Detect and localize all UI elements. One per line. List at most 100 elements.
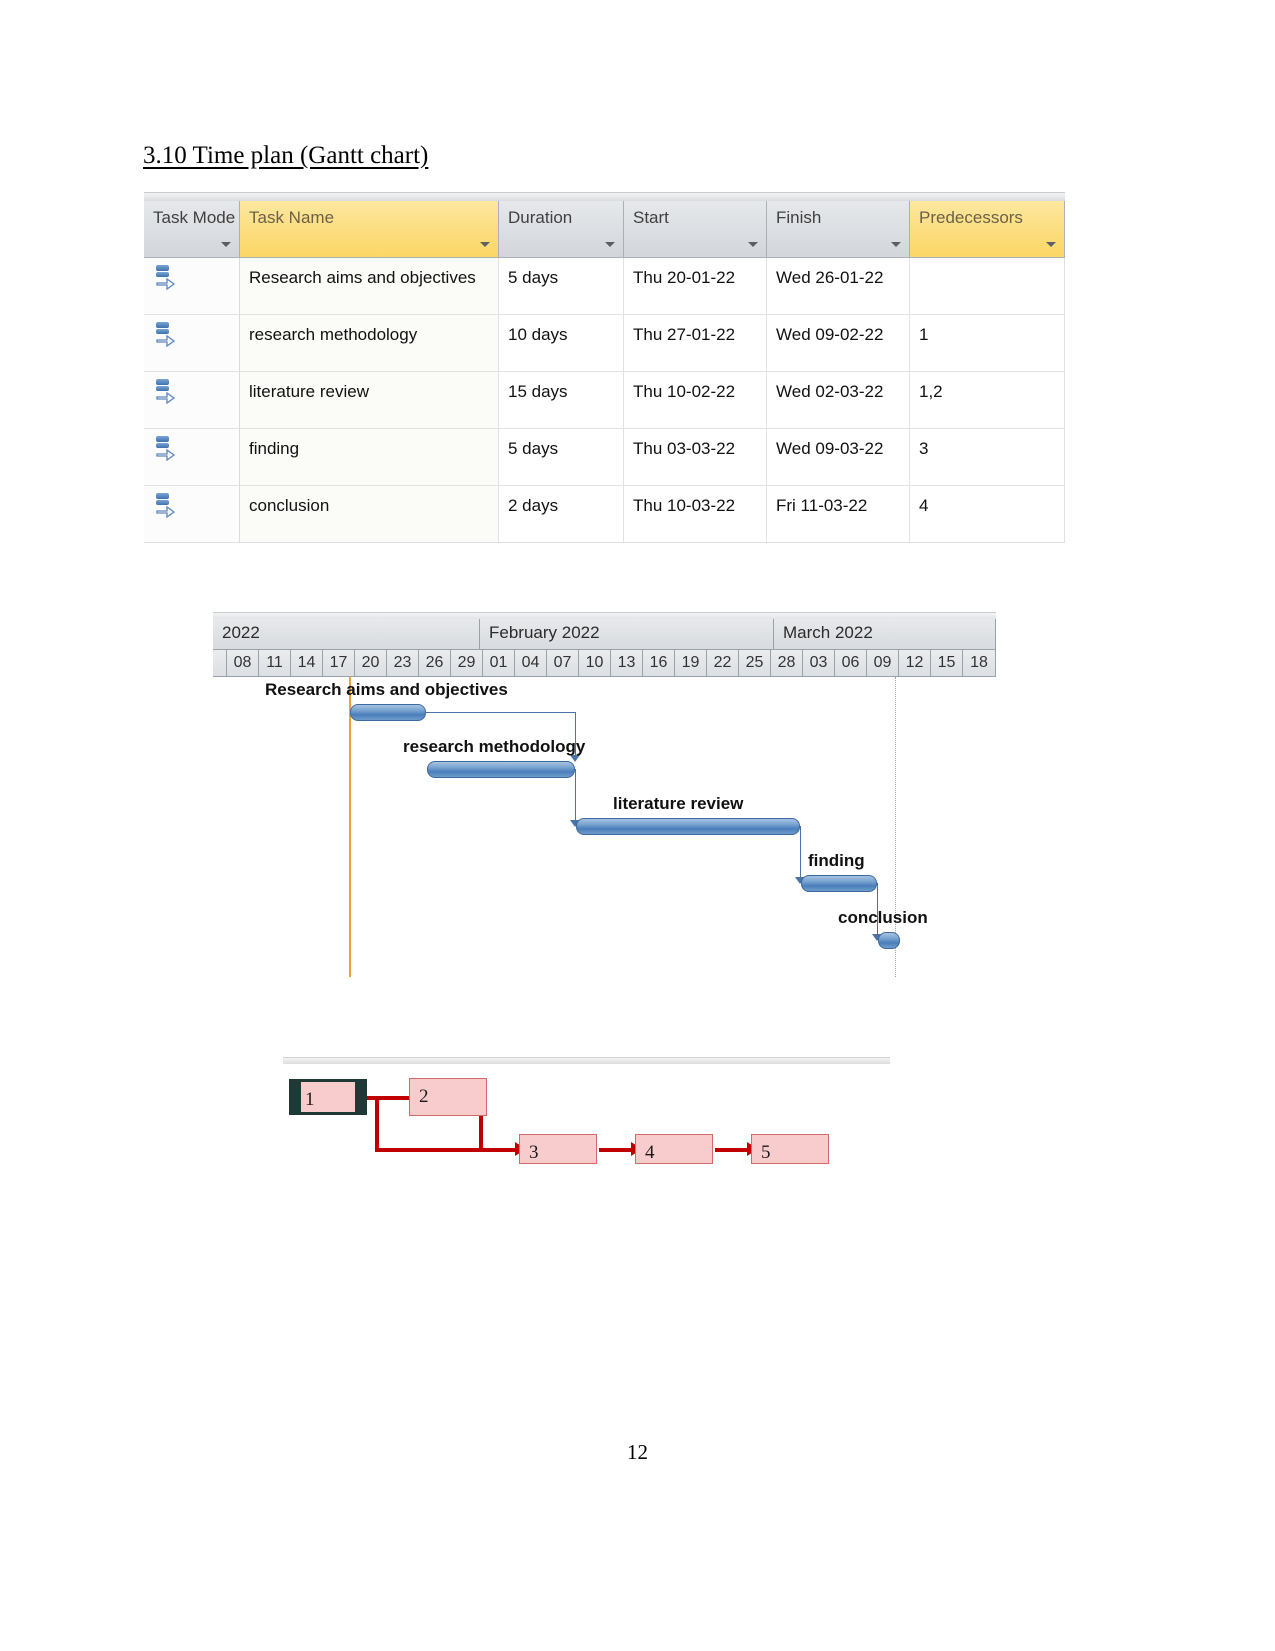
cell-finish[interactable]: Fri 11-03-22	[767, 486, 910, 543]
gantt-bar-research-aims[interactable]	[350, 704, 426, 721]
gantt-day-tick: 06	[835, 650, 867, 676]
table-row[interactable]: literature review 15 days Thu 10-02-22 W…	[144, 372, 1065, 429]
gantt-month-march: March 2022	[774, 619, 996, 649]
table-row[interactable]: conclusion 2 days Thu 10-03-22 Fri 11-03…	[144, 486, 1065, 543]
cell-task-mode[interactable]	[144, 258, 240, 315]
chevron-down-icon[interactable]	[221, 242, 231, 247]
gantt-month-january: 2022	[213, 619, 480, 649]
table-row[interactable]: finding 5 days Thu 03-03-22 Wed 09-03-22…	[144, 429, 1065, 486]
cell-predecessors[interactable]	[910, 258, 1065, 315]
document-page: 3.10 Time plan (Gantt chart) Task Mode T…	[0, 0, 1275, 1651]
cell-task-name[interactable]: finding	[240, 429, 499, 486]
task-table: Task Mode Task Name Duration Start Finis…	[144, 192, 1065, 549]
cell-start[interactable]: Thu 27-01-22	[624, 315, 767, 372]
gantt-day-tick: 26	[419, 650, 451, 676]
gantt-bar-label: conclusion	[838, 908, 928, 927]
network-diagram: 1 2 3 4 5	[283, 1052, 903, 1177]
gantt-day-tick: 04	[515, 650, 547, 676]
column-header-finish-label: Finish	[776, 208, 822, 227]
gantt-day-tick: 28	[771, 650, 803, 676]
cell-duration[interactable]: 15 days	[499, 372, 624, 429]
gantt-day-tick: 07	[547, 650, 579, 676]
chevron-down-icon[interactable]	[605, 242, 615, 247]
cell-task-name[interactable]: literature review	[240, 372, 499, 429]
gantt-day-tick: 14	[291, 650, 323, 676]
table-row[interactable]: Research aims and objectives 5 days Thu …	[144, 258, 1065, 315]
gantt-month-february: February 2022	[480, 619, 774, 649]
column-header-task-name[interactable]: Task Name	[240, 201, 499, 258]
column-header-task-mode[interactable]: Task Mode	[144, 201, 240, 258]
column-header-start-label: Start	[633, 208, 669, 227]
cell-finish[interactable]: Wed 02-03-22	[767, 372, 910, 429]
column-header-start[interactable]: Start	[624, 201, 767, 258]
cell-task-mode[interactable]	[144, 486, 240, 543]
cell-predecessors[interactable]: 1	[910, 315, 1065, 372]
gantt-link	[426, 712, 575, 713]
cell-duration[interactable]: 5 days	[499, 258, 624, 315]
column-header-predecessors[interactable]: Predecessors	[910, 201, 1065, 258]
cell-finish[interactable]: Wed 26-01-22	[767, 258, 910, 315]
gantt-day-tick: 23	[387, 650, 419, 676]
chevron-down-icon[interactable]	[748, 242, 758, 247]
cell-predecessors[interactable]: 3	[910, 429, 1065, 486]
cell-finish[interactable]: Wed 09-03-22	[767, 429, 910, 486]
network-top-strip	[283, 1057, 890, 1064]
cell-task-name[interactable]: conclusion	[240, 486, 499, 543]
chevron-down-icon[interactable]	[480, 242, 490, 247]
cell-predecessors[interactable]: 4	[910, 486, 1065, 543]
cell-duration[interactable]: 5 days	[499, 429, 624, 486]
chevron-down-icon[interactable]	[1046, 242, 1056, 247]
gantt-day-tick-partial	[213, 650, 227, 676]
project-start-line	[349, 677, 351, 977]
network-node-5[interactable]: 5	[751, 1134, 829, 1164]
gantt-bar-label: finding	[808, 851, 865, 870]
gantt-day-tick: 01	[483, 650, 515, 676]
gantt-day-tick: 29	[451, 650, 483, 676]
column-header-duration[interactable]: Duration	[499, 201, 624, 258]
network-link-1-3	[375, 1096, 379, 1152]
network-link-3-4	[599, 1148, 635, 1152]
column-header-finish[interactable]: Finish	[767, 201, 910, 258]
network-link-4-5	[715, 1148, 751, 1152]
network-node-4[interactable]: 4	[635, 1134, 713, 1164]
network-node-3[interactable]: 3	[519, 1134, 597, 1164]
cell-finish[interactable]: Wed 09-02-22	[767, 315, 910, 372]
network-link-1-2	[361, 1096, 415, 1100]
network-node-1[interactable]: 1	[289, 1079, 367, 1115]
network-node-2[interactable]: 2	[409, 1078, 487, 1116]
page-number: 12	[627, 1440, 648, 1464]
gantt-day-tick: 20	[355, 650, 387, 676]
gantt-day-tick: 13	[611, 650, 643, 676]
gantt-bar-research-methodology[interactable]	[427, 761, 575, 778]
table-row[interactable]: research methodology 10 days Thu 27-01-2…	[144, 315, 1065, 372]
column-header-duration-label: Duration	[508, 208, 573, 227]
gantt-link	[575, 769, 576, 826]
cell-start[interactable]: Thu 10-03-22	[624, 486, 767, 543]
column-header-predecessors-label: Predecessors	[919, 208, 1023, 227]
gantt-bar-finding[interactable]	[801, 875, 877, 892]
cell-task-name[interactable]: Research aims and objectives	[240, 258, 499, 315]
gantt-day-tick: 03	[803, 650, 835, 676]
cell-start[interactable]: Thu 10-02-22	[624, 372, 767, 429]
gantt-bar-conclusion[interactable]	[878, 932, 900, 949]
cell-task-mode[interactable]	[144, 429, 240, 486]
cell-start[interactable]: Thu 03-03-22	[624, 429, 767, 486]
gantt-day-tick: 12	[899, 650, 931, 676]
gantt-bar-label: research methodology	[403, 737, 586, 756]
cell-duration[interactable]: 2 days	[499, 486, 624, 543]
chevron-down-icon[interactable]	[891, 242, 901, 247]
cell-task-mode[interactable]	[144, 372, 240, 429]
gantt-bar-literature-review[interactable]	[576, 818, 800, 835]
gantt-day-tick: 15	[931, 650, 963, 676]
gantt-day-tick: 19	[675, 650, 707, 676]
gantt-day-tick: 25	[739, 650, 771, 676]
gantt-day-tick: 10	[579, 650, 611, 676]
cell-start[interactable]: Thu 20-01-22	[624, 258, 767, 315]
cell-task-name[interactable]: research methodology	[240, 315, 499, 372]
cell-task-mode[interactable]	[144, 315, 240, 372]
gantt-day-tick: 18	[963, 650, 996, 676]
table-body: Research aims and objectives 5 days Thu …	[144, 258, 1065, 543]
cell-predecessors[interactable]: 1,2	[910, 372, 1065, 429]
gantt-bar-label: Research aims and objectives	[265, 680, 508, 699]
cell-duration[interactable]: 10 days	[499, 315, 624, 372]
